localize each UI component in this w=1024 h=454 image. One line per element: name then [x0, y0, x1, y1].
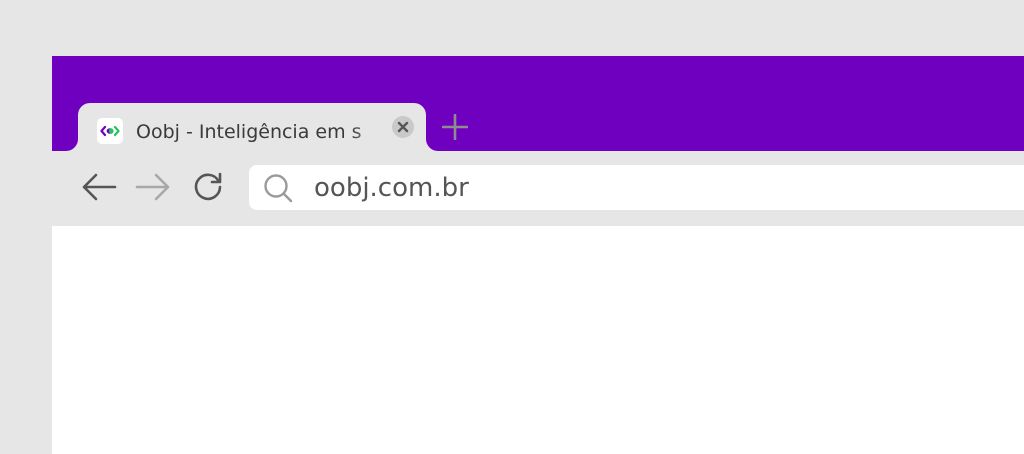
- tab-title: Oobj - Inteligência em s: [136, 121, 362, 143]
- forward-button[interactable]: [133, 169, 173, 209]
- tab-strip: Oobj - Inteligência em s: [52, 56, 1024, 151]
- reload-icon: [191, 170, 225, 208]
- page-content: [52, 226, 1024, 454]
- new-tab-button[interactable]: [440, 113, 470, 144]
- oobj-logo-icon: [97, 118, 123, 144]
- arrow-right-icon: [135, 173, 171, 205]
- search-icon: [263, 173, 293, 203]
- reload-button[interactable]: [188, 169, 228, 209]
- plus-icon: [441, 113, 469, 144]
- url-text[interactable]: oobj.com.br: [314, 172, 469, 204]
- arrow-left-icon: [81, 173, 117, 205]
- back-button[interactable]: [79, 169, 119, 209]
- browser-window: Oobj - Inteligência em s oobj.com.br: [52, 56, 1024, 454]
- address-bar[interactable]: oobj.com.br: [249, 165, 1024, 210]
- close-icon[interactable]: [392, 116, 414, 138]
- toolbar: oobj.com.br: [52, 151, 1024, 226]
- tab-active[interactable]: Oobj - Inteligência em s: [78, 103, 426, 151]
